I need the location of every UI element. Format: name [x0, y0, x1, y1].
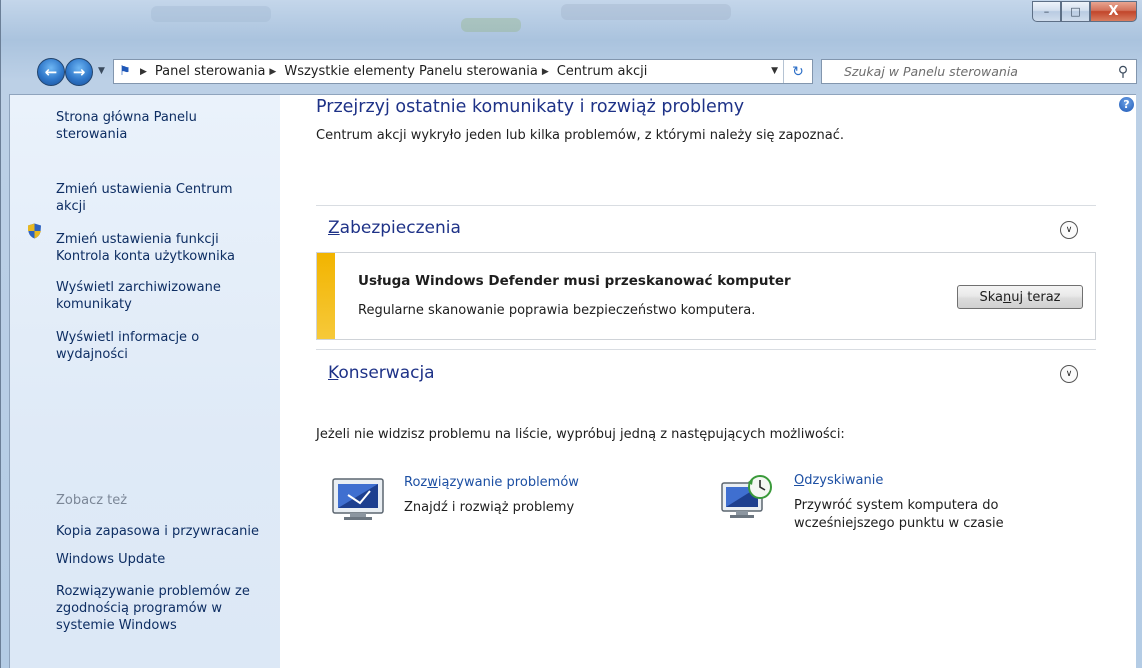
chevron-right-icon[interactable]: ▶ [542, 67, 549, 77]
troubleshoot-hint: Jeżeli nie widzisz problemu na liście, w… [316, 427, 845, 442]
expand-security-chevron-icon[interactable]: ∨ [1060, 221, 1078, 239]
title-bar[interactable]: – □ X [1, 0, 1142, 52]
main-panel: ? Przejrzyj ostatnie komunikaty i rozwią… [280, 95, 1136, 668]
chevron-right-icon[interactable]: ▶ [140, 67, 147, 77]
sidebar: Strona główna Panelu sterowania Zmień us… [10, 95, 280, 668]
alert-heading: Usługa Windows Defender musi przeskanowa… [358, 273, 791, 289]
see-also-heading: Zobacz też [56, 493, 128, 508]
search-input[interactable] [822, 63, 1110, 80]
maximize-button[interactable]: □ [1061, 1, 1090, 22]
button-label-part: Ska [979, 289, 1004, 305]
troubleshooting-description: Znajdź i rozwiąż problemy [404, 499, 574, 517]
breadcrumb-action-center[interactable]: Centrum akcji [557, 64, 648, 79]
action-center-flag-icon: ⚑ [119, 64, 131, 79]
sidebar-item-archived-messages[interactable]: Wyświetl zarchiwizowane komunikaty [56, 279, 266, 313]
scan-now-button[interactable]: Skanuj teraz [957, 285, 1083, 309]
refresh-icon[interactable]: ↻ [783, 60, 812, 83]
uac-shield-icon [28, 223, 41, 239]
search-box: ⚲ [821, 59, 1137, 84]
section-maintenance-header[interactable]: Konserwacja [328, 363, 435, 383]
titlebar-glass-blur [151, 6, 271, 22]
breadcrumb-all-items[interactable]: Wszystkie elementy Panelu sterowania [284, 64, 537, 79]
tool-link-part: iązywanie problemów [437, 475, 579, 490]
recovery-icon [721, 475, 772, 518]
sidebar-item-performance-info[interactable]: Wyświetl informacje o wydajności [56, 329, 266, 363]
section-security-label: abezpieczenia [339, 218, 461, 238]
minimize-button[interactable]: – [1032, 1, 1061, 22]
action-center-window: – □ X ← → ▼ ⚑ ▶ Panel sterowania ▶ Wszys… [0, 0, 1142, 668]
search-icon[interactable]: ⚲ [1110, 64, 1136, 80]
tool-desc-line: Przywróć system komputera do [794, 498, 999, 513]
titlebar-glass-blur [461, 18, 521, 32]
sidebar-item-uac-settings[interactable]: Zmień ustawienia funkcji Kontrola konta … [56, 231, 266, 265]
defender-alert: Usługa Windows Defender musi przeskanowa… [316, 252, 1096, 340]
page-title: Przejrzyj ostatnie komunikaty i rozwiąż … [316, 97, 745, 117]
titlebar-glass-blur [561, 4, 731, 20]
section-divider [316, 205, 1096, 206]
help-icon[interactable]: ? [1119, 97, 1134, 112]
access-key: O [794, 473, 805, 488]
access-key: w [427, 475, 438, 490]
sidebar-item-action-center-settings[interactable]: Zmień ustawienia Centrum akcji [56, 181, 266, 215]
recovery-description: Przywróć system komputera do wcześniejsz… [794, 497, 1004, 533]
section-divider [316, 349, 1096, 350]
recovery-link[interactable]: Odzyskiwanie [794, 473, 883, 488]
page-subtitle: Centrum akcji wykryło jeden lub kilka pr… [316, 128, 844, 143]
section-maintenance-label: onserwacja [338, 363, 435, 383]
tool-link-part: dzyskiwanie [804, 473, 884, 488]
alert-text: Regularne skanowanie poprawia bezpieczeń… [358, 303, 756, 318]
access-key: K [328, 363, 339, 383]
navigation-bar: ← → ▼ ⚑ ▶ Panel sterowania ▶ Wszystkie e… [1, 56, 1142, 86]
sidebar-item-compatibility-troubleshooting[interactable]: Rozwiązywanie problemów ze zgodnością pr… [56, 583, 266, 634]
sidebar-item-backup-restore[interactable]: Kopia zapasowa i przywracanie [56, 523, 266, 540]
troubleshooting-link[interactable]: Rozwiązywanie problemów [404, 475, 579, 490]
tool-desc-line: Znajdź i rozwiąż problemy [404, 500, 575, 515]
tool-link-part: Roz [404, 475, 428, 490]
address-bar[interactable]: ⚑ ▶ Panel sterowania ▶ Wszystkie element… [113, 59, 813, 84]
chevron-right-icon[interactable]: ▶ [269, 67, 276, 77]
sidebar-item-windows-update[interactable]: Windows Update [56, 551, 266, 568]
section-security-header[interactable]: Zabezpieczenia [328, 218, 461, 238]
window-controls: – □ X [1032, 1, 1137, 22]
expand-maintenance-chevron-icon[interactable]: ∨ [1060, 365, 1078, 383]
sidebar-item-home[interactable]: Strona główna Panelu sterowania [56, 109, 266, 143]
back-arrow-icon[interactable]: ← [37, 58, 65, 86]
warning-severity-strip [317, 253, 335, 339]
close-button[interactable]: X [1090, 1, 1137, 22]
address-history-dropdown-icon[interactable]: ▼ [771, 66, 778, 76]
button-label-part: uj teraz [1011, 289, 1061, 305]
breadcrumb-control-panel[interactable]: Panel sterowania [155, 64, 266, 79]
access-key: Z [328, 218, 340, 238]
content-area: Strona główna Panelu sterowania Zmień us… [9, 94, 1136, 668]
forward-arrow-icon[interactable]: → [65, 58, 93, 86]
recent-pages-dropdown-icon[interactable]: ▼ [98, 66, 105, 76]
troubleshooting-icon [332, 478, 384, 520]
tool-desc-line: wcześniejszego punktu w czasie [794, 516, 1004, 531]
